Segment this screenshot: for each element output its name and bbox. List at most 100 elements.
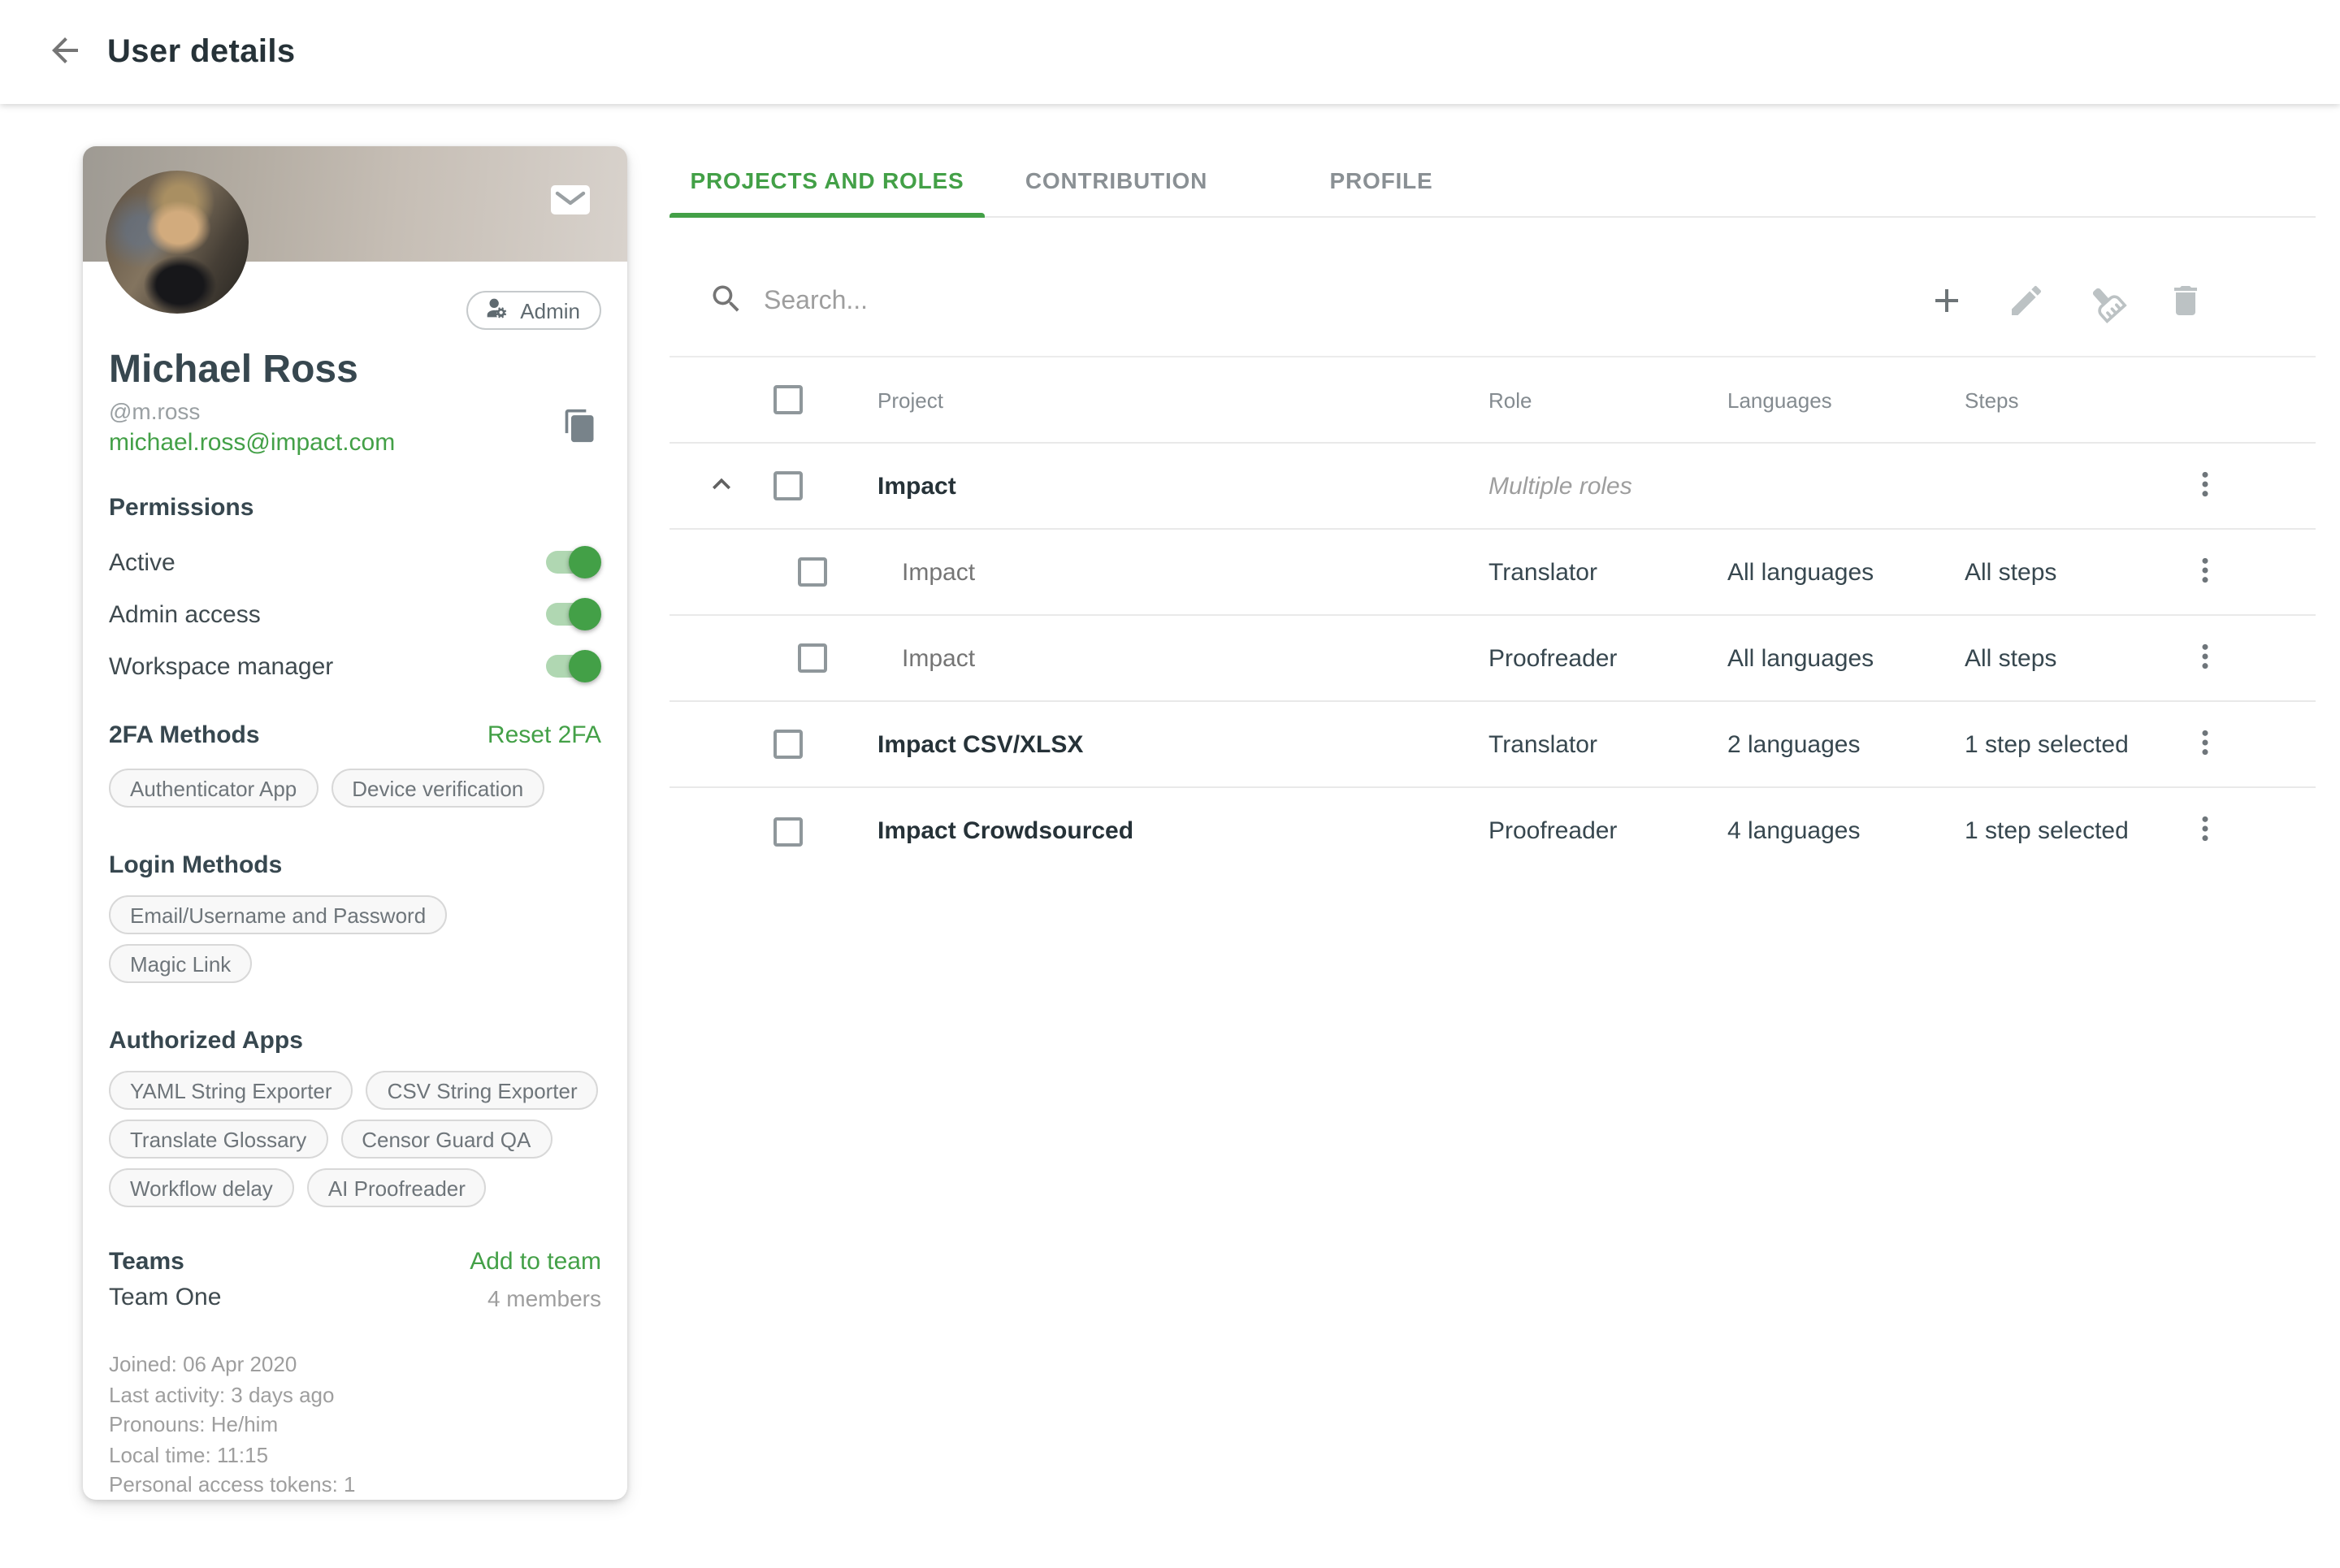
table-toolbar [670, 263, 2316, 341]
team-row: Team One 4 members [109, 1282, 601, 1315]
login-chip: Magic Link [109, 944, 252, 983]
steps-cell: 1 step selected [1965, 817, 2166, 845]
row-checkbox[interactable] [774, 730, 803, 759]
row-checkbox[interactable] [774, 816, 803, 846]
broom-icon [2081, 277, 2131, 327]
table-row-impact-csv-xlsx: Impact CSV/XLSX Translator 2 languages 1… [670, 702, 2316, 788]
toggle-row-workspace-manager: Workspace manager [109, 642, 601, 691]
authorized-app-chips: YAML String Exporter CSV String Exporter… [109, 1071, 601, 1207]
twofa-chips: Authenticator App Device verification [109, 769, 601, 808]
login-methods-title: Login Methods [109, 850, 601, 882]
main-panel: PROJECTS AND ROLES CONTRIBUTION PROFILE [670, 143, 2316, 874]
toggle-label: Workspace manager [109, 652, 333, 680]
languages-cell: All languages [1727, 558, 1965, 586]
row-menu-button[interactable] [2179, 460, 2231, 512]
pencil-icon [2007, 280, 2046, 324]
user-name: Michael Ross [109, 346, 601, 395]
edit-button[interactable] [2007, 283, 2046, 322]
app-chip: CSV String Exporter [366, 1071, 599, 1110]
role-cell: Translator [1488, 730, 1727, 758]
reset-2fa-link[interactable]: Reset 2FA [488, 720, 601, 752]
user-meta-block: Joined: 06 Apr 2020 Last activity: 3 day… [109, 1350, 601, 1500]
languages-cell: 4 languages [1727, 817, 1965, 845]
trash-icon [2166, 280, 2205, 324]
kebab-icon [2189, 553, 2221, 591]
projects-table: Project Role Languages Steps Impact Mul [670, 356, 2316, 874]
authorized-apps-title: Authorized Apps [109, 1025, 601, 1058]
tab-contribution[interactable]: CONTRIBUTION [985, 143, 1248, 216]
steps-cell: All steps [1965, 644, 2166, 672]
tab-projects-and-roles[interactable]: PROJECTS AND ROLES [670, 143, 985, 216]
row-checkbox[interactable] [774, 471, 803, 500]
row-menu-button[interactable] [2179, 805, 2231, 857]
column-header-project: Project [832, 388, 1488, 412]
user-details-page: User details Admin Michael Ross [0, 0, 2340, 1568]
tab-profile[interactable]: PROFILE [1248, 143, 1514, 216]
plus-icon [1927, 280, 1966, 324]
delete-button[interactable] [2166, 283, 2205, 322]
languages-cell: 2 languages [1727, 730, 1965, 758]
team-name: Team One [109, 1282, 221, 1315]
project-name: Impact [832, 558, 1488, 586]
twofa-chip: Authenticator App [109, 769, 318, 808]
user-card-body: Admin Michael Ross @m.ross michael.ross@… [83, 291, 627, 1500]
role-cell: Translator [1488, 558, 1727, 586]
app-chip: Censor Guard QA [340, 1120, 552, 1159]
search-icon [708, 280, 744, 324]
steps-cell: All steps [1965, 558, 2166, 586]
table-header-row: Project Role Languages Steps [670, 357, 2316, 444]
column-header-languages: Languages [1727, 388, 1965, 412]
copy-email-button[interactable] [559, 407, 601, 449]
kebab-icon [2189, 726, 2221, 763]
select-all-checkbox[interactable] [774, 385, 803, 414]
collapse-row-button[interactable] [696, 460, 748, 512]
column-header-role: Role [1488, 388, 1727, 412]
meta-joined: Joined: 06 Apr 2020 [109, 1350, 601, 1380]
active-toggle[interactable] [543, 546, 601, 578]
back-button[interactable] [36, 23, 94, 81]
row-checkbox[interactable] [798, 557, 827, 587]
user-handle: @m.ross [109, 396, 395, 427]
admin-badge-label: Admin [520, 298, 580, 323]
table-row-impact-crowdsourced: Impact Crowdsourced Proofreader 4 langua… [670, 788, 2316, 874]
send-email-button[interactable] [549, 182, 592, 218]
project-name: Impact [832, 644, 1488, 672]
toggle-row-active: Active [109, 538, 601, 587]
kebab-icon [2189, 639, 2221, 677]
clear-roles-button[interactable] [2086, 283, 2126, 322]
admin-access-toggle[interactable] [543, 598, 601, 630]
row-menu-button[interactable] [2179, 632, 2231, 684]
chevron-up-icon [704, 466, 739, 506]
app-chip: Translate Glossary [109, 1120, 327, 1159]
table-actions [1927, 283, 2205, 322]
login-chip: Email/Username and Password [109, 895, 447, 934]
app-chip: Workflow delay [109, 1168, 294, 1207]
permissions-title: Permissions [109, 492, 601, 525]
admin-badge[interactable]: Admin [466, 291, 601, 330]
workspace-manager-toggle[interactable] [543, 650, 601, 682]
mail-icon [549, 198, 592, 223]
user-email-link[interactable]: michael.ross@impact.com [109, 427, 395, 460]
row-checkbox[interactable] [798, 643, 827, 673]
column-header-steps: Steps [1965, 388, 2166, 412]
add-button[interactable] [1927, 283, 1966, 322]
project-name: Impact [832, 472, 1488, 500]
table-row-impact-translator: Impact Translator All languages All step… [670, 530, 2316, 616]
tab-bar: PROJECTS AND ROLES CONTRIBUTION PROFILE [670, 143, 2316, 218]
toggle-row-admin-access: Admin access [109, 590, 601, 639]
role-cell: Proofreader [1488, 817, 1727, 845]
meta-pronouns: Pronouns: He/him [109, 1410, 601, 1440]
table-row-impact-proofreader: Impact Proofreader All languages All ste… [670, 616, 2316, 702]
toggle-label: Admin access [109, 600, 261, 628]
kebab-icon [2189, 467, 2221, 505]
project-name: Impact CSV/XLSX [832, 730, 1488, 758]
row-menu-button[interactable] [2179, 546, 2231, 598]
page-title: User details [107, 33, 296, 71]
meta-access-tokens: Personal access tokens: 1 [109, 1471, 601, 1500]
teams-title: Teams [109, 1246, 184, 1279]
row-menu-button[interactable] [2179, 718, 2231, 770]
steps-cell: 1 step selected [1965, 730, 2166, 758]
add-to-team-link[interactable]: Add to team [470, 1246, 601, 1279]
search-input[interactable] [764, 288, 1446, 317]
twofa-chip: Device verification [331, 769, 544, 808]
